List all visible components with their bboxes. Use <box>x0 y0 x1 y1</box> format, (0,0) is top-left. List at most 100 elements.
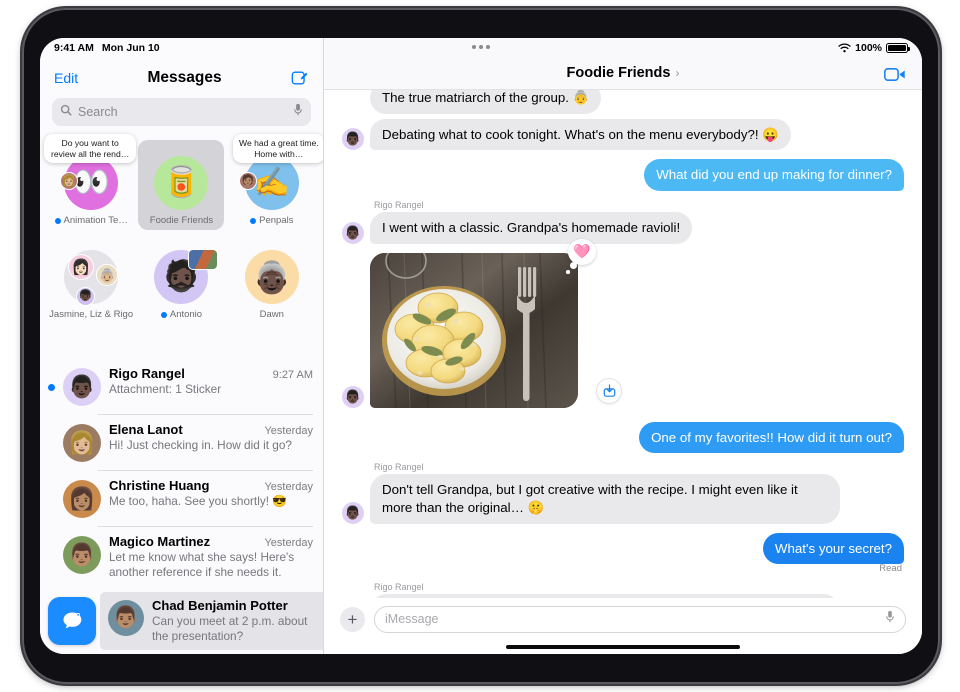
pinned-avatar: 👩🏻 👵🏼 👦🏿 <box>64 250 119 306</box>
facetime-video-icon[interactable] <box>884 67 906 82</box>
sidebar-navigation-bar: Edit Messages <box>40 38 323 94</box>
conversation-row-chad-benjamin-potter[interactable]: 👨🏽 Chad Benjamin Potter Can you meet at … <box>100 592 323 651</box>
conversation-row-elena-lanot[interactable]: 👩🏼 Elena Lanot Yesterday Hi! Just checki… <box>40 414 323 470</box>
pinned-label: Foodie Friends <box>149 215 214 226</box>
message-group-incoming: Rigo Rangel 👨🏿 I went with a classic. Gr… <box>342 200 904 244</box>
pinned-conversation-penpals[interactable]: We had a great time. Home with… ✍️ 🧑🏽 Pe… <box>229 134 323 226</box>
writing-hand-emoji-icon: ✍️ <box>253 166 290 199</box>
conversation-snippet: Let me know what she says! Here's anothe… <box>109 550 295 580</box>
pinned-label: Antonio <box>169 309 203 320</box>
ipad-screen: Edit Messages Search Do you want to revi… <box>40 38 922 654</box>
pinned-avatar: 👀 👩🏼 <box>60 156 119 210</box>
pinned-conversation-antonio[interactable]: 🧔🏿 Antonio <box>138 234 224 320</box>
message-group-incoming: Rigo Rangel 👨🏿 Add garlic to the butter,… <box>342 582 904 598</box>
conversation-header: Christine Huang Yesterday <box>109 478 313 493</box>
sidebar-title: Messages <box>147 69 222 86</box>
conversation-timestamp: 9:27 AM <box>272 369 313 381</box>
chat-title[interactable]: Foodie Friends › <box>567 65 680 81</box>
conversation-timestamp: Yesterday <box>264 481 313 493</box>
pinned-preview-bubble: Do you want to review all the rend… <box>44 134 137 164</box>
conversation-content: Rigo Rangel 9:27 AM Attachment: 1 Sticke… <box>109 366 313 397</box>
conversation-snippet: Hi! Just checking in. How did it go? <box>109 438 292 452</box>
message-bubble[interactable]: Don't tell Grandpa, but I got creative w… <box>365 474 840 525</box>
microphone-icon[interactable] <box>885 610 895 628</box>
pinned-row-1: Do you want to review all the rend… 👀 👩🏼… <box>44 134 323 230</box>
attachment-thumbnail <box>188 249 219 270</box>
conversation-header: Rigo Rangel 9:27 AM <box>109 366 313 381</box>
conversation-list[interactable]: 👨🏿 Rigo Rangel 9:27 AM Attachment: 1 Sti… <box>40 358 323 654</box>
message-bubble[interactable]: Debating what to cook tonight. What's on… <box>365 118 791 151</box>
pinned-label: Animation Te… <box>63 215 128 226</box>
pinned-conversation-jasmine-liz-rigo[interactable]: 👩🏻 👵🏼 👦🏿 Jasmine, Liz & Rigo <box>48 234 134 320</box>
edit-button[interactable]: Edit <box>54 70 78 86</box>
mini-avatar: 🧑🏽 <box>238 172 257 190</box>
microphone-icon[interactable] <box>293 103 303 121</box>
home-indicator[interactable] <box>506 644 740 649</box>
avatar: 👨🏿 <box>342 501 364 524</box>
unread-dot-icon <box>160 311 167 318</box>
pinned-avatar: ✍️ 🧑🏽 <box>238 156 299 210</box>
delivery-receipt: Read <box>879 563 902 575</box>
eyes-emoji-icon: 👀 <box>72 166 110 199</box>
message-bubble[interactable]: What's your secret? <box>762 532 910 565</box>
avatar: 👩🏼 <box>63 424 101 462</box>
avatar: 👨🏿 <box>342 385 364 408</box>
imessage-input[interactable]: iMessage <box>374 605 906 633</box>
pinned-avatar: 🥫 <box>154 156 209 210</box>
message-thread[interactable]: The true matriarch of the group. 👵 👨🏿 De… <box>324 90 922 598</box>
conversation-name: Rigo Rangel <box>109 366 185 381</box>
message-bubble[interactable]: What did you end up making for dinner? <box>644 159 909 192</box>
search-container: Search <box>40 94 323 134</box>
pinned-conversation-animation-team[interactable]: Do you want to review all the rend… 👀 👩🏼… <box>44 134 137 226</box>
pinned-avatar: 👵🏿 <box>244 250 299 304</box>
conversation-snippet: Me too, haha. See you shortly! 😎 <box>109 494 287 508</box>
avatar: 👨🏿 <box>342 221 364 244</box>
conversation-row-rigo-rangel[interactable]: 👨🏿 Rigo Rangel 9:27 AM Attachment: 1 Sti… <box>40 358 323 414</box>
avatar: 👨🏿 <box>63 368 101 406</box>
pinned-conversations: Do you want to review all the rend… 👀 👩🏼… <box>40 134 323 324</box>
conversation-header: Elena Lanot Yesterday <box>109 422 313 437</box>
unread-dot-icon <box>54 217 61 224</box>
imessage-placeholder: iMessage <box>385 612 439 626</box>
messages-app-icon <box>48 597 96 646</box>
pinned-name-row: Jasmine, Liz & Rigo <box>49 309 133 320</box>
canned-food-emoji-icon: 🥫 <box>162 166 201 199</box>
message-row-outgoing: What's your secret? <box>342 532 910 565</box>
chat-pane: Foodie Friends › The true matriarch of t… <box>324 38 922 654</box>
conversation-row-christine-huang[interactable]: 👩🏽 Christine Huang Yesterday Me too, hah… <box>40 470 323 526</box>
conversation-snippet: Can you meet at 2 p.m. about the present… <box>152 614 308 644</box>
pinned-label: Penpals <box>259 215 294 226</box>
dragged-conversation-chad-benjamin-potter[interactable]: 👨🏽 Chad Benjamin Potter Can you meet at … <box>40 588 323 654</box>
sender-name: Rigo Rangel <box>374 462 424 473</box>
compose-icon[interactable] <box>291 69 309 87</box>
message-bubble[interactable]: The true matriarch of the group. 👵 <box>370 90 602 114</box>
sender-name: Rigo Rangel <box>374 200 424 211</box>
pinned-conversation-dawn[interactable]: 👵🏿 Dawn <box>229 234 315 320</box>
unread-dot-icon <box>250 217 257 224</box>
mini-avatar: 👦🏿 <box>76 287 96 306</box>
pinned-avatar: 🧔🏿 <box>154 249 219 304</box>
ravioli-photo[interactable] <box>370 252 578 408</box>
message-row-incoming: 👨🏿 I went with a classic. Grandpa's home… <box>342 212 904 244</box>
avatar: 👩🏽 <box>63 480 101 518</box>
mini-avatar: 👩🏻 <box>68 254 95 280</box>
conversation-snippet: Attachment: 1 Sticker <box>109 382 222 396</box>
search-input[interactable]: Search <box>52 98 311 126</box>
avatar: 👨🏽 <box>63 536 101 574</box>
pinned-row-2: 👩🏻 👵🏼 👦🏿 Jasmine, Liz & Rigo 🧔🏿 Antonio … <box>46 234 317 320</box>
ipad-device-frame: Edit Messages Search Do you want to revi… <box>22 8 940 684</box>
pinned-conversation-foodie-friends[interactable]: 🥫 Foodie Friends <box>138 140 225 230</box>
conversation-header: Magico Martinez Yesterday <box>109 534 313 549</box>
save-to-photos-icon[interactable] <box>596 377 622 404</box>
message-row-incoming: 👨🏿 Debating what to cook tonight. What's… <box>342 118 904 151</box>
conversation-row-magico-martinez[interactable]: 👨🏽 Magico Martinez Yesterday Let me know… <box>40 526 323 588</box>
pinned-label: Jasmine, Liz & Rigo <box>49 309 134 320</box>
photo-attachment[interactable]: 🩷 <box>370 238 622 408</box>
add-attachment-icon[interactable]: + <box>340 606 365 632</box>
message-bubble[interactable]: One of my favorites!! How did it turn ou… <box>639 421 909 454</box>
heart-tapback-icon[interactable]: 🩷 <box>566 238 596 274</box>
chat-navigation-bar: Foodie Friends › <box>324 38 922 90</box>
message-row-outgoing: What did you end up making for dinner? <box>342 159 909 192</box>
conversation-content: Chad Benjamin Potter Can you meet at 2 p… <box>152 598 321 644</box>
message-bubble[interactable]: I went with a classic. Grandpa's homemad… <box>364 212 693 244</box>
